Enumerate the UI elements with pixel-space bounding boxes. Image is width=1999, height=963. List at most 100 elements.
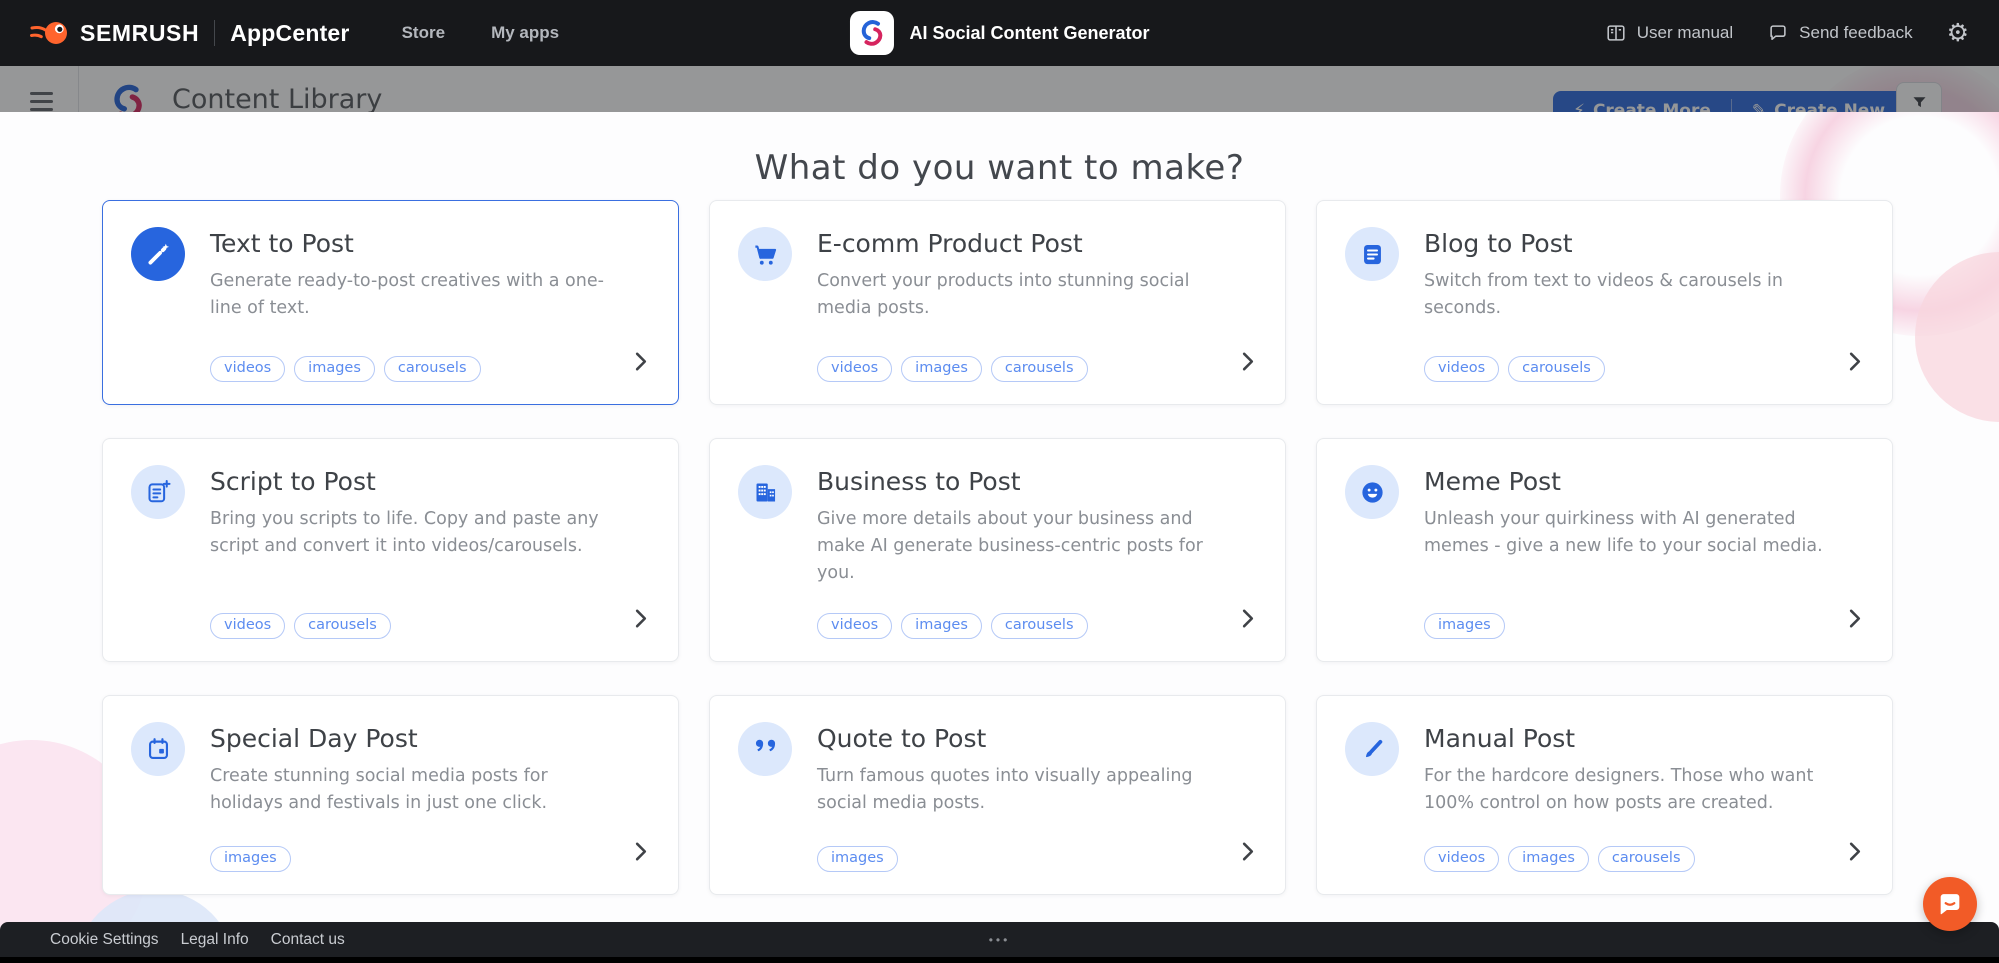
card-body: Blog to PostSwitch from text to videos &… — [1424, 227, 1864, 382]
card-description: Turn famous quotes into visually appeali… — [817, 763, 1222, 817]
footer-link-legal-info[interactable]: Legal Info — [181, 931, 249, 949]
settings-gear-icon[interactable]: ⚙ — [1947, 21, 1969, 46]
card-meme-post[interactable]: Meme PostUnleash your quirkiness with AI… — [1316, 438, 1893, 662]
tag-carousels: carousels — [384, 356, 481, 382]
card-title: Text to Post — [210, 229, 650, 258]
send-feedback-label: Send feedback — [1799, 23, 1912, 43]
filter-button[interactable] — [1896, 82, 1942, 112]
quote-icon — [738, 722, 792, 776]
tag-videos: videos — [210, 613, 285, 639]
page-title: Content Library — [172, 84, 382, 112]
tag-carousels: carousels — [991, 613, 1088, 639]
card-description: For the hardcore designers. Those who wa… — [1424, 763, 1829, 817]
feedback-bubble-icon — [1767, 22, 1789, 44]
chevron-right-icon — [629, 840, 652, 868]
header-divider — [78, 66, 79, 112]
card-script-to-post[interactable]: Script to PostBring you scripts to life.… — [102, 438, 679, 662]
card-blog-to-post[interactable]: Blog to PostSwitch from text to videos &… — [1316, 200, 1893, 405]
cart-icon — [738, 227, 792, 281]
card-description: Generate ready-to-post creatives with a … — [210, 268, 615, 322]
send-feedback-link[interactable]: Send feedback — [1767, 22, 1912, 44]
app-header-logo — [108, 82, 148, 112]
card-manual-post[interactable]: Manual Post For the hardcore designers. T… — [1316, 695, 1893, 895]
chevron-right-icon — [1843, 350, 1866, 378]
tag-carousels: carousels — [1508, 356, 1605, 382]
decorative-blob-header — [1790, 66, 1999, 112]
tag-carousels: carousels — [1598, 846, 1695, 872]
brain-logo-icon — [108, 82, 148, 112]
card-title: Manual Post — [1424, 724, 1864, 753]
card-business-to-post[interactable]: Business to Post Give more details about … — [709, 438, 1286, 662]
card-quote-to-post[interactable]: Quote to PostTurn famous quotes into vis… — [709, 695, 1286, 895]
modal-title: What do you want to make? — [0, 148, 1999, 188]
create-button-group[interactable]: ⚡ Create More ✎ Create New — [1553, 91, 1905, 112]
window-bottom-edge — [0, 957, 1999, 963]
card-body: Special Day PostCreate stunning social m… — [210, 722, 650, 872]
magic-wand-icon — [131, 227, 185, 281]
chevron-right-icon — [629, 607, 652, 635]
tag-videos: videos — [1424, 846, 1499, 872]
footer-ellipsis: ••• — [989, 933, 1011, 947]
brand-divider — [214, 20, 215, 46]
topbar-right: User manual Send feedback ⚙ — [1605, 21, 1969, 46]
app-logo-badge — [849, 11, 893, 55]
nav-store[interactable]: Store — [402, 23, 445, 43]
card-e-comm-product-post[interactable]: E-comm Product PostConvert your products… — [709, 200, 1286, 405]
card-tags: videosimagescarousels — [210, 356, 650, 382]
card-tags: images — [817, 846, 1257, 872]
tag-images: images — [1508, 846, 1589, 872]
app-title: AI Social Content Generator — [909, 23, 1149, 44]
footer-link-cookie-settings[interactable]: Cookie Settings — [50, 931, 159, 949]
chat-support-button[interactable] — [1923, 877, 1977, 931]
tag-images: images — [1424, 613, 1505, 639]
create-new-button[interactable]: ✎ Create New — [1732, 91, 1905, 112]
chevron-right-icon — [1236, 350, 1259, 378]
script-plus-icon — [131, 465, 185, 519]
card-title: Business to Post — [817, 467, 1257, 496]
tag-images: images — [294, 356, 375, 382]
funnel-icon — [1911, 94, 1928, 111]
top-nav: Store My apps — [402, 23, 560, 43]
semrush-logo-icon — [30, 19, 70, 47]
card-body: Business to Post Give more details about … — [817, 465, 1257, 639]
footer-link-contact-us[interactable]: Contact us — [271, 931, 345, 949]
card-special-day-post[interactable]: Special Day PostCreate stunning social m… — [102, 695, 679, 895]
user-manual-link[interactable]: User manual — [1605, 22, 1733, 44]
nav-my-apps[interactable]: My apps — [491, 23, 559, 43]
tag-images: images — [817, 846, 898, 872]
smiley-icon — [1345, 465, 1399, 519]
current-app: AI Social Content Generator — [849, 0, 1149, 66]
pencil-icon: ✎ — [1752, 101, 1766, 112]
card-text-to-post[interactable]: Text to Post Generate ready-to-post creat… — [102, 200, 679, 405]
tag-images: images — [210, 846, 291, 872]
decorative-blob-right — [1915, 252, 1999, 422]
card-tags: images — [1424, 613, 1864, 639]
blog-document-icon — [1345, 227, 1399, 281]
building-icon — [738, 465, 792, 519]
tag-carousels: carousels — [294, 613, 391, 639]
card-description: Bring you scripts to life. Copy and past… — [210, 506, 615, 560]
tag-videos: videos — [817, 613, 892, 639]
user-manual-label: User manual — [1637, 23, 1733, 43]
card-body: Manual Post For the hardcore designers. T… — [1424, 722, 1864, 872]
card-grid: Text to Post Generate ready-to-post creat… — [102, 200, 1893, 895]
card-tags: videos images carousels — [1424, 846, 1864, 872]
semrush-brand[interactable]: SEMRUSH — [30, 19, 199, 47]
card-description: Convert your products into stunning soci… — [817, 268, 1222, 322]
hamburger-menu-icon[interactable] — [30, 92, 53, 112]
chevron-right-icon — [629, 350, 652, 378]
top-navbar: SEMRUSH AppCenter Store My apps AI Socia… — [0, 0, 1999, 66]
card-description: Give more details about your business an… — [817, 506, 1222, 587]
tag-images: images — [901, 613, 982, 639]
create-more-button[interactable]: ⚡ Create More — [1553, 91, 1731, 112]
chevron-right-icon — [1843, 840, 1866, 868]
tag-carousels: carousels — [991, 356, 1088, 382]
card-body: Text to Post Generate ready-to-post creat… — [210, 227, 650, 382]
button-split-divider — [1731, 99, 1732, 112]
create-more-label: Create More — [1593, 101, 1711, 112]
brain-logo-icon — [856, 18, 886, 48]
product-name: AppCenter — [230, 20, 349, 47]
lightning-icon: ⚡ — [1573, 101, 1585, 112]
card-tags: videoscarousels — [1424, 356, 1864, 382]
card-body: Meme PostUnleash your quirkiness with AI… — [1424, 465, 1864, 639]
